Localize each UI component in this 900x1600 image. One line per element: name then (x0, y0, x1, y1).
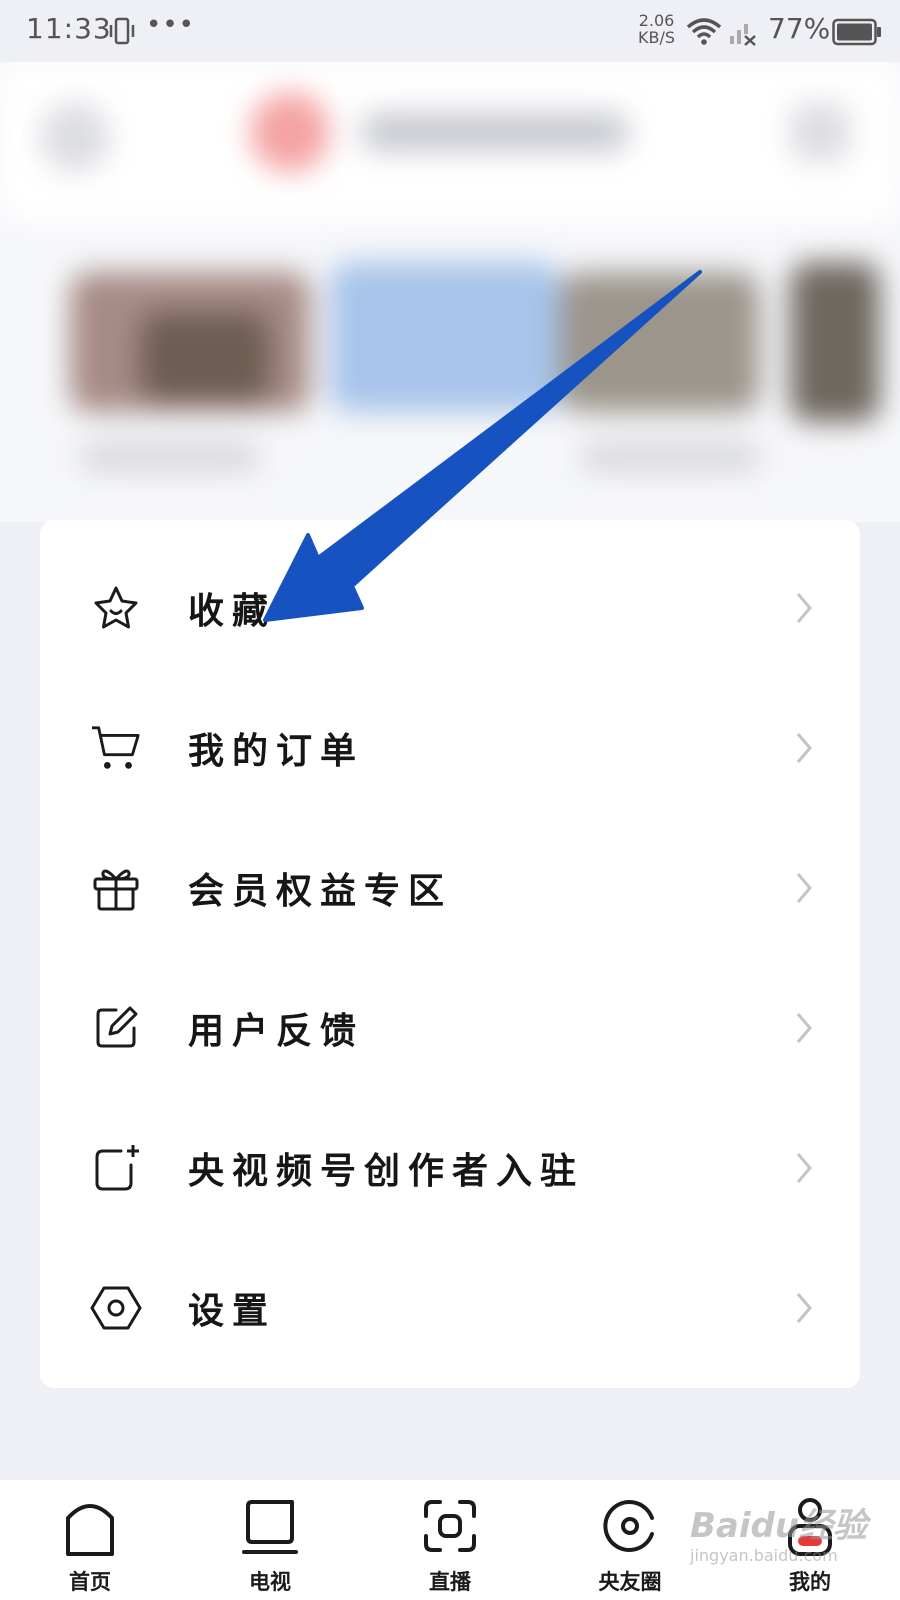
net-speed-unit: KB/S (638, 28, 676, 47)
cart-icon (90, 722, 142, 774)
menu-item-label: 央视频号创作者入驻 (188, 1150, 585, 1192)
menu-item-label: 设置 (188, 1290, 277, 1332)
chevron-right-icon (796, 1153, 812, 1183)
vibrate-icon (109, 17, 135, 45)
battery-icon (832, 18, 881, 46)
chevron-right-icon (796, 733, 812, 763)
edit-icon (90, 1002, 142, 1054)
chevron-right-icon (796, 1013, 812, 1043)
menu-card: 收藏 我的订单 会员权益专区 用户反馈 央视频号创作者入驻 设置 (40, 520, 860, 1388)
add-creator-icon (90, 1142, 142, 1194)
signal-no-sim-icon (730, 24, 756, 46)
chevron-right-icon (796, 873, 812, 903)
watermark-logo: Baidu经验 (690, 1506, 868, 1546)
tab-label: 我的 (789, 1569, 831, 1594)
net-speed-value: 2.06 (638, 11, 675, 30)
status-bar: 11:33 ••• 2.06 KB/S 77% (0, 0, 900, 62)
gift-icon (90, 862, 142, 914)
tab-home[interactable]: 首页 (0, 1480, 180, 1600)
wifi-icon (686, 18, 722, 45)
menu-item-settings[interactable]: 设置 (40, 1238, 860, 1378)
menu-item-orders[interactable]: 我的订单 (40, 678, 860, 818)
tv-icon (242, 1500, 298, 1554)
tab-label: 首页 (69, 1569, 111, 1594)
menu-item-label: 会员权益专区 (188, 870, 453, 912)
live-scan-icon (424, 1500, 476, 1552)
status-time: 11:33 (26, 12, 112, 45)
chevron-right-icon (796, 1293, 812, 1323)
menu-item-label: 收藏 (188, 590, 277, 632)
menu-item-label: 我的订单 (188, 730, 365, 772)
tab-live[interactable]: 直播 (360, 1480, 540, 1600)
tab-tv[interactable]: 电视 (180, 1480, 360, 1600)
star-icon (90, 582, 142, 634)
menu-item-favorites[interactable]: 收藏 (40, 538, 860, 678)
battery-percent: 77% (768, 12, 831, 45)
chevron-right-icon (796, 593, 812, 623)
circle-icon (603, 1500, 654, 1552)
menu-item-membership[interactable]: 会员权益专区 (40, 818, 860, 958)
watermark-url: jingyan.baidu.com (690, 1546, 838, 1565)
net-speed: 2.06 KB/S (638, 12, 675, 46)
tab-label: 电视 (249, 1569, 291, 1594)
blurred-profile-area (0, 62, 900, 522)
menu-item-creator[interactable]: 央视频号创作者入驻 (40, 1098, 860, 1238)
tab-label: 央友圈 (598, 1569, 662, 1594)
tab-label: 直播 (429, 1569, 471, 1594)
home-icon (66, 1504, 114, 1556)
status-more-dots: ••• (146, 10, 196, 40)
menu-item-label: 用户反馈 (188, 1010, 365, 1052)
settings-hex-icon (90, 1282, 142, 1334)
menu-item-feedback[interactable]: 用户反馈 (40, 958, 860, 1098)
